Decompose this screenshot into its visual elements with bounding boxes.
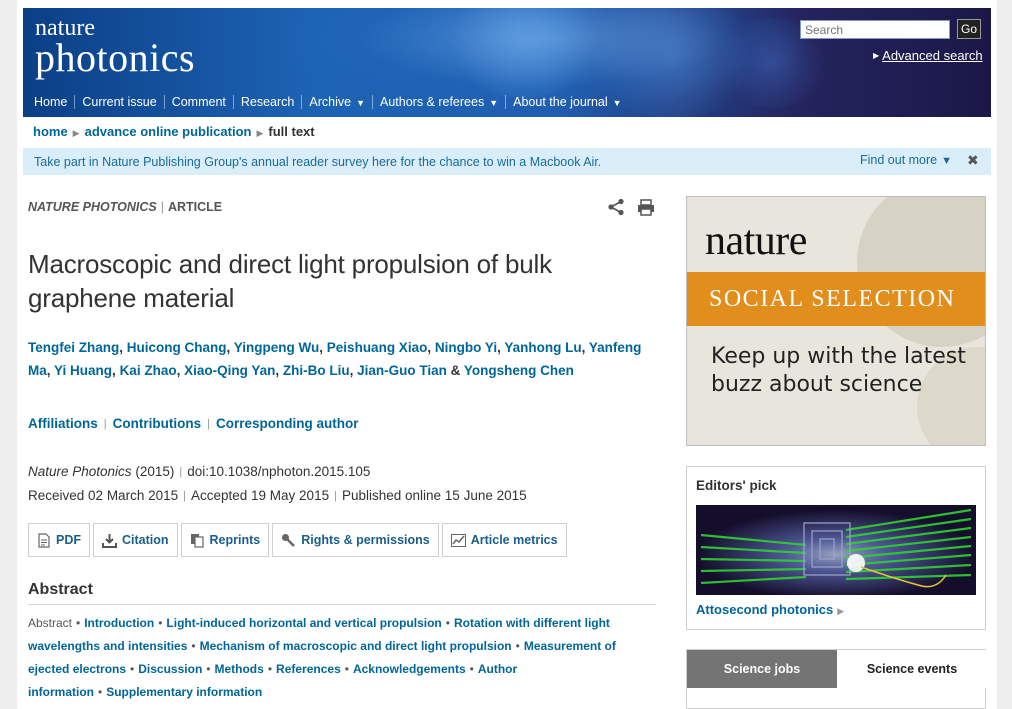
author-list: Tengfei Zhang, Huicong Chang, Yingpeng W…: [28, 340, 642, 378]
tab-science-events[interactable]: Science events: [837, 650, 987, 688]
reprints-button[interactable]: Reprints: [180, 523, 270, 557]
editors-pick: Editors' pick Attosecond photonics ▶: [686, 466, 986, 630]
citation-button[interactable]: Citation: [93, 523, 178, 557]
share-icon[interactable]: [607, 198, 625, 216]
survey-banner: Take part in Nature Publishing Group's a…: [23, 148, 991, 175]
search-go-button[interactable]: Go: [957, 19, 981, 39]
section-nav: Abstract • Introduction • Light-induced hori…: [28, 616, 616, 699]
author-link[interactable]: Kai Zhao: [120, 363, 177, 378]
toc-link[interactable]: Supplementary information: [106, 685, 262, 699]
advanced-search-link[interactable]: ▶ Advanced search: [873, 48, 983, 63]
toc-link[interactable]: Introduction: [84, 616, 154, 630]
abstract-heading: Abstract: [28, 581, 656, 605]
editors-pick-image[interactable]: [696, 505, 976, 595]
wrench-icon: [282, 533, 296, 547]
article-kicker: NATURE PHOTONICS | ARTICLE: [28, 200, 223, 214]
author-link[interactable]: Tengfei Zhang: [28, 340, 119, 355]
breadcrumb-aop[interactable]: advance online publication: [85, 124, 252, 139]
toc-link[interactable]: Light-induced horizontal and vertical pr…: [166, 616, 441, 630]
print-icon[interactable]: [637, 199, 655, 216]
breadcrumb-current: full text: [268, 124, 315, 139]
close-icon[interactable]: ✖: [967, 152, 979, 169]
triangle-right-icon: ▶: [837, 606, 845, 616]
doi: doi:10.1038/nphoton.2015.105: [187, 464, 371, 479]
breadcrumb-home[interactable]: home: [33, 124, 68, 139]
citation-info: Nature Photonics (2015) | doi:10.1038/npho…: [28, 464, 527, 503]
affiliations-link[interactable]: Affiliations: [28, 416, 98, 431]
toc-current: Abstract: [28, 616, 73, 630]
toc-link[interactable]: Discussion: [138, 662, 202, 676]
contributions-link[interactable]: Contributions: [113, 416, 201, 431]
ad-brand: nature: [705, 218, 807, 264]
rights-permissions-button[interactable]: Rights & permissions: [272, 523, 439, 557]
nav-authors-referees[interactable]: Authors & referees ▼: [371, 95, 505, 109]
article-title: Macroscopic and direct light propulsion …: [28, 249, 552, 313]
editors-pick-link[interactable]: Attosecond photonics ▶: [696, 602, 844, 617]
page: nature photonics Go ▶Advanced search Hom…: [17, 0, 997, 709]
caret-down-icon: ▼: [612, 98, 622, 108]
author-link[interactable]: Yanhong Lu: [504, 340, 581, 355]
article-metrics-button[interactable]: Article metrics: [441, 523, 567, 557]
author-link[interactable]: Yongsheng Chen: [464, 363, 574, 378]
author-link[interactable]: Peishuang Xiao: [327, 340, 428, 355]
nav-research[interactable]: Research: [232, 95, 302, 109]
triangle-right-icon: ▶: [256, 128, 264, 138]
article-tools: PDF Citation Reprints Rights & permissio…: [28, 523, 570, 557]
nav-about-journal[interactable]: About the journal ▼: [505, 95, 628, 109]
caret-down-icon: ▼: [941, 155, 953, 167]
toc-link[interactable]: Mechanism of macroscopic and direct ligh…: [200, 639, 512, 653]
ad-tagline: Keep up with the latest buzz about scien…: [711, 344, 966, 397]
toc-link[interactable]: Acknowledgements: [353, 662, 466, 676]
download-icon: [102, 533, 117, 548]
author-link[interactable]: Jian-Guo Tian: [357, 363, 447, 378]
metrics-icon: [450, 533, 466, 547]
caret-down-icon: ▼: [489, 98, 499, 108]
author-info-links: Affiliations | Contributions | Corresponding…: [28, 416, 359, 431]
pdf-button[interactable]: PDF: [28, 523, 90, 557]
pdf-icon: [38, 532, 50, 548]
survey-link[interactable]: Take part in Nature Publishing Group's a…: [34, 155, 601, 169]
reprints-icon: [190, 533, 204, 548]
author-link[interactable]: Ningbo Yi: [435, 340, 497, 355]
search-input[interactable]: [800, 20, 950, 39]
find-out-more-link[interactable]: Find out more ▼: [860, 153, 952, 167]
nav-archive[interactable]: Archive ▼: [301, 95, 372, 109]
author-link[interactable]: Huicong Chang: [127, 340, 227, 355]
triangle-right-icon: ▶: [873, 51, 880, 60]
toc-link[interactable]: References: [276, 662, 341, 676]
caret-down-icon: ▼: [356, 98, 365, 108]
author-link[interactable]: Zhi-Bo Liu: [283, 363, 350, 378]
jobs-events-widget: Science jobs Science events: [686, 649, 987, 709]
author-link[interactable]: Xiao-Qing Yan: [184, 363, 275, 378]
social-selection-ad[interactable]: nature SOCIAL SELECTION Keep up with the…: [686, 196, 986, 446]
journal-logo[interactable]: nature photonics: [35, 16, 195, 78]
author-link[interactable]: Yi Huang: [54, 363, 112, 378]
tab-science-jobs[interactable]: Science jobs: [687, 650, 837, 688]
toc-link[interactable]: Methods: [214, 662, 263, 676]
main-nav: Home Current issue Comment Research Arch…: [27, 92, 629, 112]
ad-band: SOCIAL SELECTION: [687, 272, 985, 326]
nav-home[interactable]: Home: [27, 95, 74, 109]
corresponding-author-link[interactable]: Corresponding author: [216, 416, 359, 431]
editors-pick-heading: Editors' pick: [696, 478, 777, 493]
triangle-right-icon: ▶: [72, 128, 80, 138]
nav-comment[interactable]: Comment: [163, 95, 233, 109]
breadcrumb: home ▶ advance online publication ▶ full tex…: [33, 124, 315, 139]
nav-current-issue[interactable]: Current issue: [74, 95, 163, 109]
site-header: nature photonics Go ▶Advanced search Hom…: [23, 8, 991, 117]
author-link[interactable]: Yingpeng Wu: [234, 340, 320, 355]
